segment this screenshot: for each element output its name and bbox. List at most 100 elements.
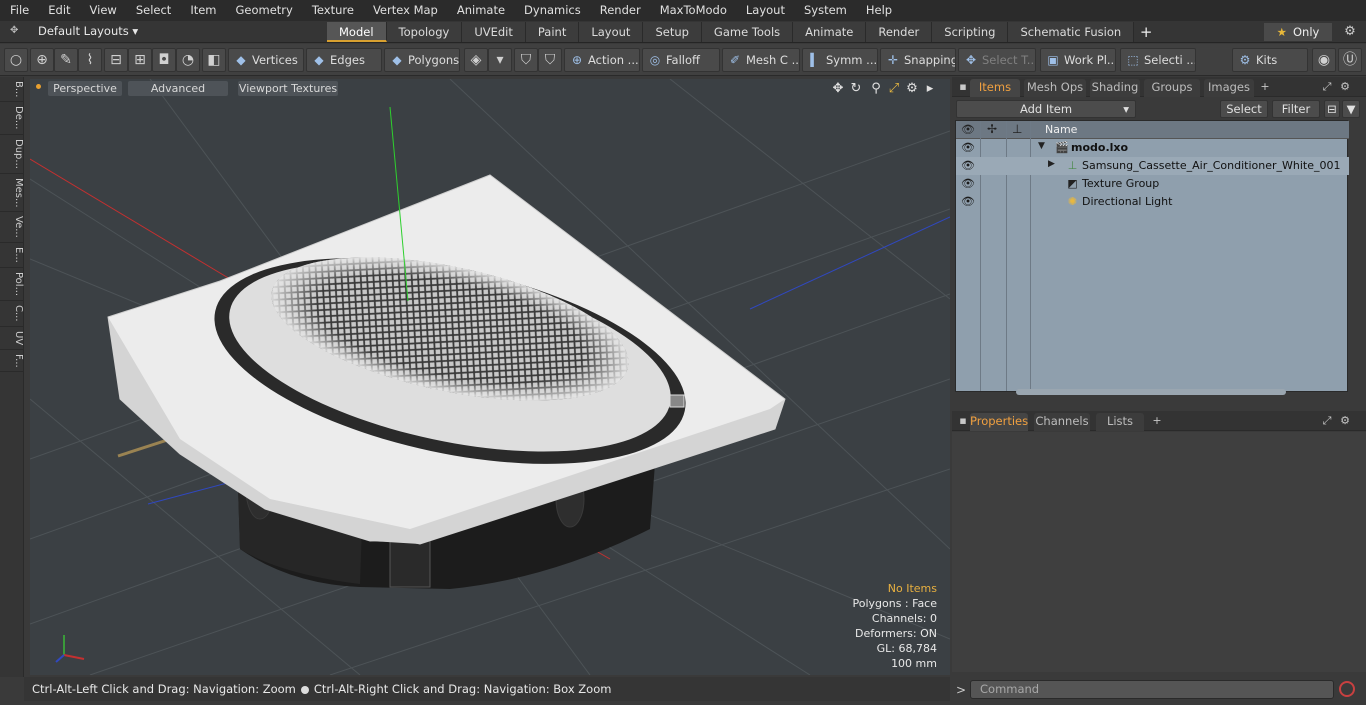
menu-system[interactable]: System	[794, 0, 856, 21]
menu-select[interactable]: Select	[126, 0, 180, 21]
add-tab-icon[interactable]: +	[1150, 414, 1164, 428]
lock-header-icon[interactable]: ✢	[987, 122, 997, 136]
add-item-dropdown[interactable]: Add Item ▾	[956, 100, 1136, 118]
tab-scripting[interactable]: Scripting	[932, 22, 1009, 42]
add-tab-icon[interactable]: +	[1258, 80, 1272, 94]
gear-icon[interactable]: ⚙	[904, 81, 920, 97]
mesh-constraint-button[interactable]: ✐ Mesh C ...	[722, 48, 800, 72]
tab-lists[interactable]: Lists	[1096, 413, 1144, 431]
gear-icon[interactable]: ⚙	[1338, 80, 1352, 94]
funnel-icon[interactable]: ▼	[1342, 100, 1360, 118]
menu-item[interactable]: Item	[180, 0, 225, 21]
tab-uvedit[interactable]: UVEdit	[462, 22, 526, 42]
tab-animate[interactable]: Animate	[793, 22, 867, 42]
expand-icon[interactable]: ⤢	[1320, 414, 1334, 428]
selection-sets-button[interactable]: ⬚ Selecti ...	[1120, 48, 1196, 72]
move-view-icon[interactable]: ✥	[830, 81, 846, 97]
tree-row-modo[interactable]: 👁 ▼ 🎬 modo.lxo	[956, 139, 1349, 157]
timer-icon[interactable]: ◔	[176, 48, 200, 72]
unity-icon[interactable]: ◉	[1312, 48, 1336, 72]
square-icon[interactable]: ◘	[152, 48, 176, 72]
tab-game-tools[interactable]: Game Tools	[701, 22, 794, 42]
tree-row-texture-group[interactable]: 👁 ◩ Texture Group	[956, 175, 1349, 193]
menu-texture[interactable]: Texture	[302, 0, 363, 21]
viewport-textures-button[interactable]: Viewport Textures	[238, 81, 338, 96]
symmetry-button[interactable]: ▍ Symm ...	[802, 48, 878, 72]
work-plane-button[interactable]: ▣ Work Pl...	[1040, 48, 1116, 72]
select-button[interactable]: Select	[1220, 100, 1268, 118]
shield-alt-icon[interactable]: ⛉	[538, 48, 562, 72]
edges-button[interactable]: ◆ Edges	[306, 48, 382, 72]
tab-groups[interactable]: Groups	[1144, 79, 1200, 97]
filter-button[interactable]: Filter	[1272, 100, 1320, 118]
expand-icon[interactable]: ⤢	[1320, 80, 1334, 94]
left-tab-edge[interactable]: E...	[0, 243, 24, 268]
left-tab-deform[interactable]: De...	[0, 102, 24, 135]
tab-schematic-fusion[interactable]: Schematic Fusion	[1008, 22, 1135, 42]
brush-icon[interactable]: ⌇	[78, 48, 102, 72]
vertices-button[interactable]: ◆ Vertices	[228, 48, 304, 72]
record-icon[interactable]	[1339, 681, 1355, 697]
menu-vertex-map[interactable]: Vertex Map	[363, 0, 447, 21]
eye-icon[interactable]: 👁	[961, 159, 975, 173]
left-tab-polygon[interactable]: Pol...	[0, 268, 24, 301]
tab-model[interactable]: Model	[327, 22, 387, 42]
menu-geometry[interactable]: Geometry	[226, 0, 302, 21]
left-tab-fusion[interactable]: F...	[0, 350, 24, 373]
align-icon[interactable]: ⊟	[104, 48, 128, 72]
advanced-button[interactable]: Advanced	[128, 81, 228, 96]
menu-dynamics[interactable]: Dynamics	[514, 0, 590, 21]
tab-render[interactable]: Render	[866, 22, 933, 42]
shield-icon[interactable]: ⛉	[514, 48, 538, 72]
falloff-button[interactable]: ◎ Falloff	[642, 48, 720, 72]
menu-help[interactable]: Help	[856, 0, 901, 21]
eye-icon[interactable]: 👁	[961, 141, 975, 155]
left-tab-mesh-edit[interactable]: Mes...	[0, 174, 24, 213]
kits-button[interactable]: ⚙ Kits	[1232, 48, 1308, 72]
rotate-view-icon[interactable]: ↻	[848, 81, 864, 97]
globe-icon[interactable]: ⊕	[30, 48, 54, 72]
menu-view[interactable]: View	[80, 0, 126, 21]
tab-images[interactable]: Images	[1204, 79, 1254, 97]
maximize-icon[interactable]: ⤢	[886, 81, 902, 97]
select-circle-icon[interactable]: ○	[4, 48, 28, 72]
pen-icon[interactable]: ✎	[54, 48, 78, 72]
gear-icon[interactable]: ⚙	[1342, 24, 1358, 40]
menu-file[interactable]: File	[0, 0, 38, 21]
collapse-icon[interactable]: ⊟	[1324, 100, 1340, 118]
eye-icon[interactable]: 👁	[961, 177, 975, 191]
horizontal-scrollbar[interactable]	[1016, 389, 1286, 395]
polygons-button[interactable]: ◆ Polygons	[384, 48, 460, 72]
axis-header-icon[interactable]: ⊥	[1012, 122, 1022, 136]
viewport-scene[interactable]	[30, 79, 950, 675]
viewport-dot-icon[interactable]	[36, 84, 41, 89]
left-tab-vertex[interactable]: Ve...	[0, 212, 24, 244]
tab-layout[interactable]: Layout	[579, 22, 644, 42]
action-center-button[interactable]: ⊕ Action ...	[564, 48, 640, 72]
3d-viewport[interactable]: Perspective Advanced Viewport Textures ✥…	[30, 79, 950, 675]
tab-paint[interactable]: Paint	[525, 22, 580, 42]
eye-icon[interactable]: 👁	[961, 195, 975, 209]
only-toggle[interactable]: ★ Only	[1264, 23, 1332, 41]
panel-menu-icon[interactable]: ▪	[956, 80, 970, 94]
menu-maxtomodo[interactable]: MaxToModo	[650, 0, 736, 21]
snapping-button[interactable]: ✛ Snapping	[880, 48, 956, 72]
name-column-header[interactable]: Name	[1045, 123, 1077, 136]
tree-row-directional-light[interactable]: 👁 ✺ Directional Light	[956, 193, 1349, 211]
unreal-icon[interactable]: Ⓤ	[1338, 48, 1362, 72]
perspective-button[interactable]: Perspective	[48, 81, 122, 96]
gear-icon[interactable]: ⚙	[1338, 414, 1352, 428]
tab-properties[interactable]: Properties	[970, 413, 1028, 431]
left-tab-curve[interactable]: C...	[0, 301, 24, 327]
item-mode-icon[interactable]: ◈	[464, 48, 488, 72]
tab-topology[interactable]: Topology	[386, 22, 463, 42]
menu-animate[interactable]: Animate	[447, 0, 514, 21]
left-tab-basic[interactable]: B...	[0, 77, 24, 103]
visibility-header-icon[interactable]: 👁	[961, 123, 975, 136]
left-tab-duplicate[interactable]: Dup...	[0, 135, 24, 174]
tab-mesh-ops[interactable]: Mesh Ops	[1024, 79, 1086, 97]
pin-icon[interactable]: ✥	[10, 25, 20, 37]
tree-row-mesh[interactable]: 👁 ▶ ⊥ Samsung_Cassette_Air_Conditioner_W…	[956, 157, 1349, 175]
chevron-down-icon[interactable]: ▾	[488, 48, 512, 72]
expand-arrow-icon[interactable]: ▼	[1038, 141, 1045, 151]
